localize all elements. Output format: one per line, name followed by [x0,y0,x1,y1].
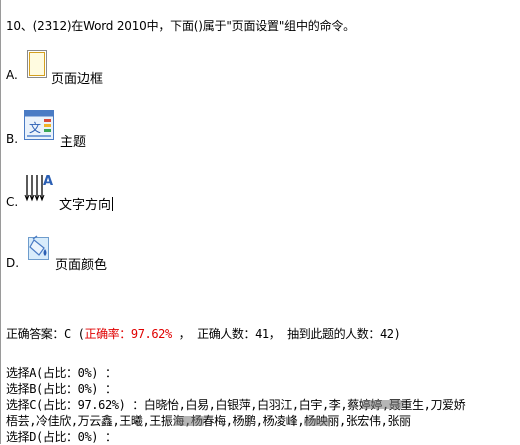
option-d-letter: D. [6,256,20,270]
option-b-label[interactable]: 主题 [60,131,86,150]
answer-stats: ， 正确人数：41， 抽到此题的人数：42) [171,327,401,341]
watermark-smudge [304,418,330,426]
text-cursor [112,197,114,211]
page-borders-icon [27,50,47,78]
option-c-label-text: 文字方向 [59,198,112,213]
option-d-label[interactable]: 页面颜色 [55,254,107,273]
option-c-label[interactable]: 文字方向 [59,194,114,213]
text-direction-icon: A [24,174,53,202]
svg-text:A: A [43,174,53,189]
watermark-smudge [174,416,204,426]
correct-rate: 正确率：97.62% [84,327,172,341]
option-c-letter: C. [6,195,19,209]
svg-text:文: 文 [29,120,41,135]
page-edge [0,0,1,444]
option-a-label[interactable]: 页面边框 [51,68,103,87]
answer-prefix: 正确答案：C ( [6,327,85,341]
choice-b-line: 选择B(占比：0%) ： [6,382,117,396]
choice-a-line: 选择A(占比：0%) ： [6,366,117,380]
option-a-letter: A. [6,68,18,82]
correct-answer-line: 正确答案：C (正确率：97.62% ， 正确人数：41， 抽到此题的人数：42… [6,325,401,342]
page-color-icon [28,235,49,260]
question-text: 10、(2312)在Word 2010中，下面()属于"页面设置"组中的命令。 [6,19,355,33]
option-b-letter: B. [6,132,19,146]
themes-icon: 文 [24,110,54,140]
choice-d-line: 选择D(占比：0%) ： [6,430,117,444]
watermark-smudge [362,400,402,409]
choice-c-names-continued: 梧芸,冷佳欣,万云鑫,王曦,王振海,杨春梅,杨鹏,杨凌峰,杨映丽,张宏伟,张丽 [6,414,411,428]
